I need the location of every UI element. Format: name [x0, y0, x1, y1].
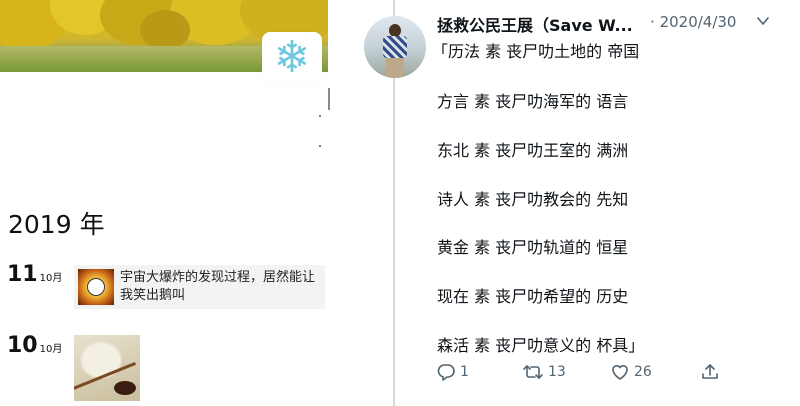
post-thumbnail: [78, 269, 114, 305]
share-button[interactable]: [700, 362, 720, 382]
like-count: 26: [634, 364, 652, 380]
tweet-line: 东北 素 丧尸叻王室的 满洲: [437, 141, 629, 160]
reply-count: 1: [460, 364, 469, 380]
heart-icon: [612, 365, 628, 380]
dot-marker: [319, 145, 321, 147]
tweet-line: 方言 素 丧尸叻海军的 语言: [437, 92, 629, 111]
tweet-line: 森活 素 丧尸叻意义的 杯具」: [437, 336, 645, 355]
left-panel: ❄ 2019 年 11 10月 宇宙大爆炸的发现过程，居然能让我笑出鹅叫 10 10…: [0, 0, 383, 406]
snowflake-badge[interactable]: ❄: [262, 32, 322, 84]
timeline-date: 11 10月: [7, 262, 62, 287]
year-heading: 2019 年: [8, 210, 105, 239]
chevron-down-icon[interactable]: [756, 15, 770, 27]
author-name[interactable]: 拯救公民王展（Save W...: [437, 12, 633, 36]
reply-icon: [437, 364, 455, 381]
reply-button[interactable]: 1: [436, 362, 469, 382]
tweet-date[interactable]: · 2020/4/30: [650, 13, 736, 31]
tweet-line: 黄金 素 丧尸叻轨道的 恒星: [437, 238, 629, 257]
tweet-line: 现在 素 丧尸叻希望的 历史: [437, 287, 629, 306]
date-separator: ·: [650, 13, 655, 31]
timeline-date: 10 10月: [7, 333, 62, 358]
month-label: 10月: [39, 273, 63, 284]
day-number: 11: [7, 262, 38, 287]
post-photo[interactable]: [74, 335, 140, 401]
like-button[interactable]: 26: [610, 362, 652, 382]
share-icon: [702, 364, 718, 379]
retweet-count: 13: [548, 364, 566, 380]
month-label: 10月: [39, 344, 63, 355]
dot-marker: [319, 115, 321, 117]
snowflake-icon: ❄: [273, 32, 311, 83]
scroll-indicator: [328, 88, 330, 110]
retweet-button[interactable]: 13: [522, 362, 566, 382]
retweet-icon: [523, 365, 543, 379]
tweet-line: 「历法 素 丧尸叻土地的 帝国: [432, 42, 640, 61]
timeline-post-card[interactable]: 宇宙大爆炸的发现过程，居然能让我笑出鹅叫: [74, 265, 325, 309]
tweet-line: 诗人 素 丧尸叻教会的 先知: [437, 190, 629, 209]
date-value: 2020/4/30: [659, 13, 737, 31]
post-headline: 宇宙大爆炸的发现过程，居然能让我笑出鹅叫: [120, 270, 316, 303]
avatar[interactable]: [364, 16, 426, 78]
day-number: 10: [7, 333, 38, 358]
